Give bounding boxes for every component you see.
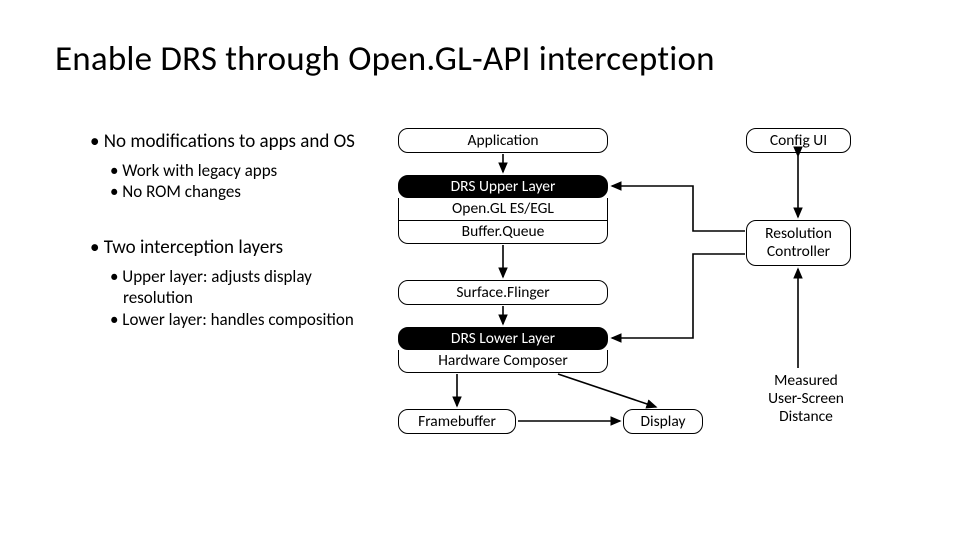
bullet-2b: • Lower layer: handles composition bbox=[110, 309, 385, 330]
bullet-1: • No modifications to apps and OS bbox=[90, 130, 385, 154]
slide-title: Enable DRS through Open.GL-API intercept… bbox=[55, 38, 715, 80]
bullet-list: • No modifications to apps and OS • Work… bbox=[90, 130, 385, 330]
bullet-1b: • No ROM changes bbox=[110, 181, 385, 202]
bullet-1a: • Work with legacy apps bbox=[110, 160, 385, 181]
diagram-arrows bbox=[398, 128, 918, 448]
bullet-2: • Two interception layers bbox=[90, 236, 385, 260]
bullet-2a: • Upper layer: adjusts display resolutio… bbox=[110, 266, 385, 309]
